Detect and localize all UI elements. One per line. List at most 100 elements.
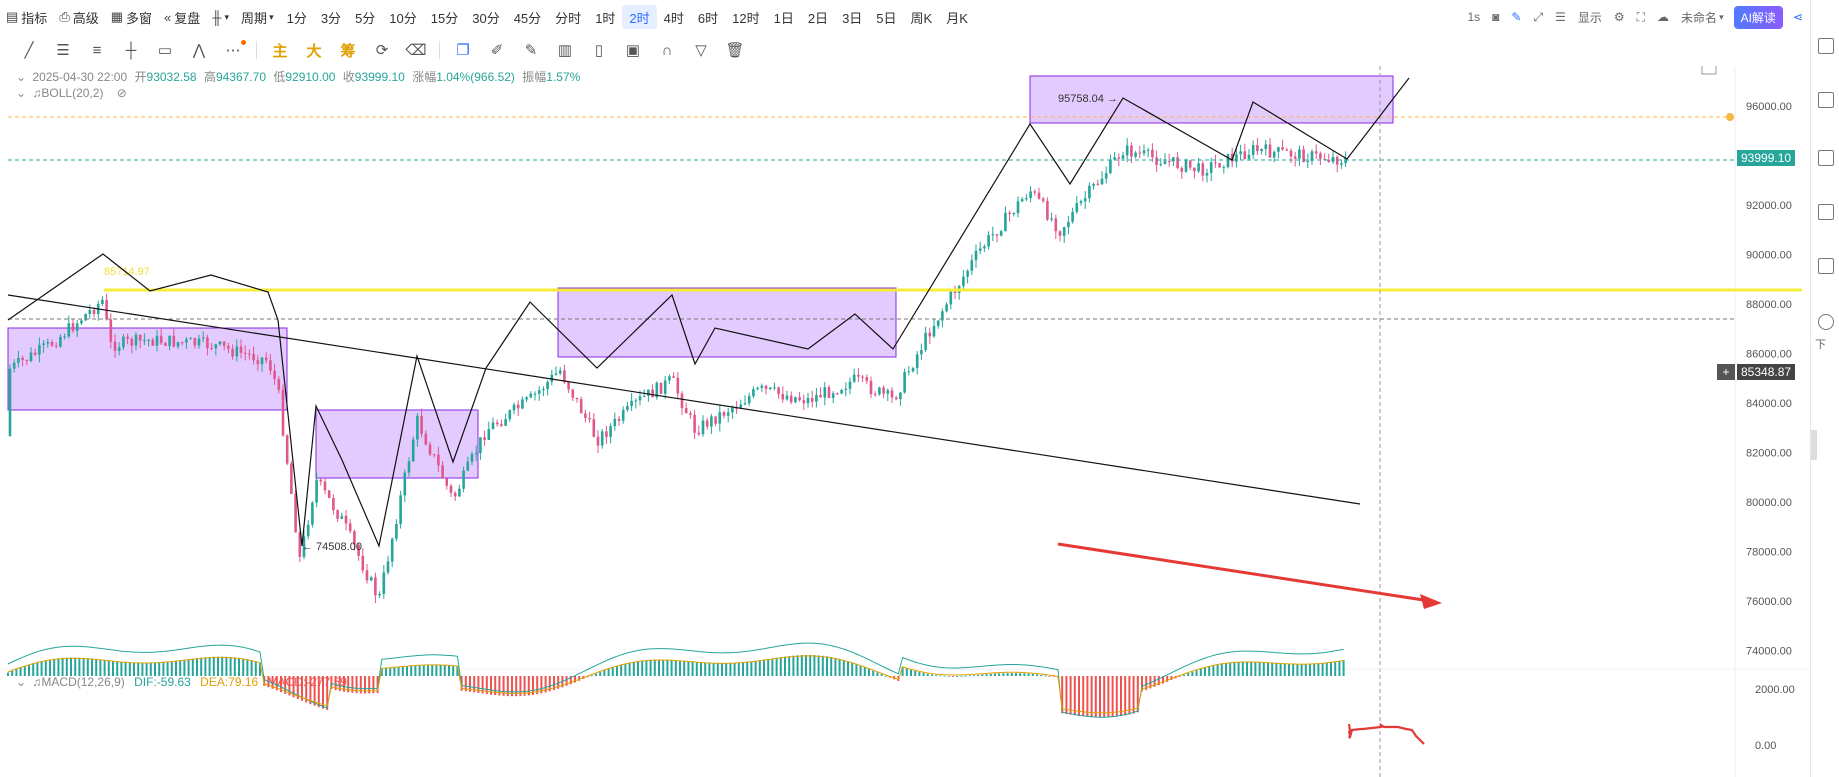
trend-icon[interactable] (1818, 150, 1834, 166)
magnet-icon[interactable]: ∩ (650, 36, 684, 64)
parallel-lines-icon[interactable]: ≡ (80, 36, 114, 64)
ruler-icon[interactable]: ✐ (480, 36, 514, 64)
candle-body (810, 397, 814, 402)
expand-icon[interactable]: ⤢ (1527, 10, 1549, 25)
list-icon[interactable]: ☰ (1549, 10, 1572, 24)
candle-body (273, 370, 276, 380)
settings-icon[interactable]: ⚙ (1608, 10, 1631, 24)
ai-analysis-button[interactable]: AI解读 (1733, 5, 1783, 29)
bars-icon[interactable]: ▥ (548, 36, 582, 64)
share-icon[interactable]: ⋖ (1787, 10, 1809, 24)
big-order-button[interactable]: 大 (297, 36, 331, 64)
more-tools-icon[interactable]: ⋯ (216, 36, 250, 64)
candle-body (936, 320, 940, 327)
multi-window-button[interactable]: ▦ 多窗 (105, 4, 158, 30)
period-16[interactable]: 5日 (869, 5, 903, 29)
note-icon[interactable]: ▣ (616, 36, 650, 64)
price-tick: 78000.00 (1746, 547, 1792, 559)
consolidation-box[interactable] (557, 287, 897, 358)
line-tool-icon[interactable]: ╱ (12, 36, 46, 64)
horizontal-lines-icon[interactable]: ☰ (46, 36, 80, 64)
fullscreen-icon[interactable]: ⛶ (1631, 10, 1651, 25)
period-15[interactable]: 3日 (835, 5, 869, 29)
candle-body (1163, 161, 1167, 165)
candle-body (747, 396, 751, 404)
period-1[interactable]: 3分 (314, 5, 348, 29)
red-arrow-line[interactable] (1057, 542, 1431, 603)
candle-body (609, 426, 612, 437)
candle-body (12, 362, 16, 369)
download-icon[interactable] (1818, 314, 1834, 330)
advanced-button[interactable]: ⎙ 高级 (53, 4, 104, 30)
chart-type-button[interactable]: ╫ ▾ (206, 4, 235, 30)
period-2[interactable]: 5分 (348, 5, 382, 29)
refresh-icon[interactable]: ⟳ (365, 36, 399, 64)
period-3[interactable]: 10分 (382, 5, 423, 29)
add-alert-icon[interactable]: + (1717, 364, 1735, 380)
period-5[interactable]: 30分 (465, 5, 506, 29)
period-18[interactable]: 月K (939, 5, 975, 29)
expand-chart-icon[interactable] (1701, 66, 1717, 75)
macd-bar (322, 676, 324, 709)
display-button[interactable]: 显示 (1572, 9, 1608, 26)
period-dropdown[interactable]: 周期 ▾ (235, 4, 280, 30)
document-icon[interactable] (1818, 38, 1834, 54)
candle-body (92, 309, 96, 315)
period-7[interactable]: 分时 (548, 5, 588, 29)
candle-body (508, 410, 512, 420)
trash-icon[interactable]: 🗑 (718, 36, 752, 64)
filter-icon[interactable]: ▽ (684, 36, 718, 64)
period-17[interactable]: 周K (904, 5, 940, 29)
candle-body (903, 372, 906, 393)
rectangle-tool-icon[interactable]: ▭ (148, 36, 182, 64)
hand-drawn-red-line[interactable] (1347, 722, 1425, 745)
etf-icon[interactable] (1818, 258, 1834, 274)
candle-body (882, 387, 885, 394)
wave-tool-icon[interactable]: ⋀ (182, 36, 216, 64)
candle-body (920, 349, 923, 355)
candle-body (462, 470, 465, 489)
replay-button[interactable]: «复盘 (158, 4, 206, 30)
period-9[interactable]: 2时 (622, 5, 657, 29)
alert-dot[interactable] (1726, 113, 1734, 121)
macd-bar (187, 659, 190, 676)
macd-bar (1086, 676, 1089, 717)
macd-bar (662, 659, 665, 676)
pen-icon[interactable]: ✎ (1505, 10, 1527, 24)
period-10[interactable]: 4时 (657, 5, 691, 29)
period-4[interactable]: 15分 (424, 5, 465, 29)
unnamed-layout[interactable]: 未命名 ▾ (1675, 9, 1730, 26)
period-14[interactable]: 2日 (801, 5, 835, 29)
chip-button[interactable]: 筹 (331, 36, 365, 64)
period-0[interactable]: 1分 (280, 5, 314, 29)
candle-body (315, 479, 318, 503)
brush-icon[interactable]: ✎ (514, 36, 548, 64)
collapse-handle[interactable] (1811, 430, 1817, 460)
monitor-icon[interactable] (1818, 204, 1834, 220)
eraser-icon[interactable]: ⌫ (399, 36, 433, 64)
crosshair-line-icon[interactable]: ┼ (114, 36, 148, 64)
camera-icon[interactable]: ◙ (1486, 10, 1505, 24)
candle-body (1176, 157, 1179, 168)
period-11[interactable]: 6时 (691, 5, 725, 29)
interval-value[interactable]: 1s (1461, 10, 1486, 24)
candle-body (1155, 157, 1158, 165)
period-13[interactable]: 1日 (767, 5, 801, 29)
dollar-icon[interactable] (1818, 92, 1834, 108)
clipboard-icon[interactable]: ▯ (582, 36, 616, 64)
period-12[interactable]: 12时 (725, 5, 766, 29)
main-force-button[interactable]: 主 (263, 36, 297, 64)
candle-body (1205, 173, 1209, 176)
macd-bar (947, 675, 950, 677)
candle-body (815, 394, 818, 402)
period-6[interactable]: 45分 (507, 5, 548, 29)
candle-body (1092, 183, 1095, 186)
indicator-button[interactable]: ▤ 指标 (0, 4, 53, 30)
candle-body (676, 377, 680, 394)
candle-body (567, 382, 570, 390)
period-8[interactable]: 1时 (588, 5, 622, 29)
macd-bar (658, 659, 660, 676)
consolidation-box[interactable] (315, 409, 479, 479)
price-chart[interactable]: 85714.97 95758.04 → ← 74508.00 96000.00 9… (0, 66, 1810, 777)
copy-icon[interactable]: ❐ (446, 36, 480, 64)
